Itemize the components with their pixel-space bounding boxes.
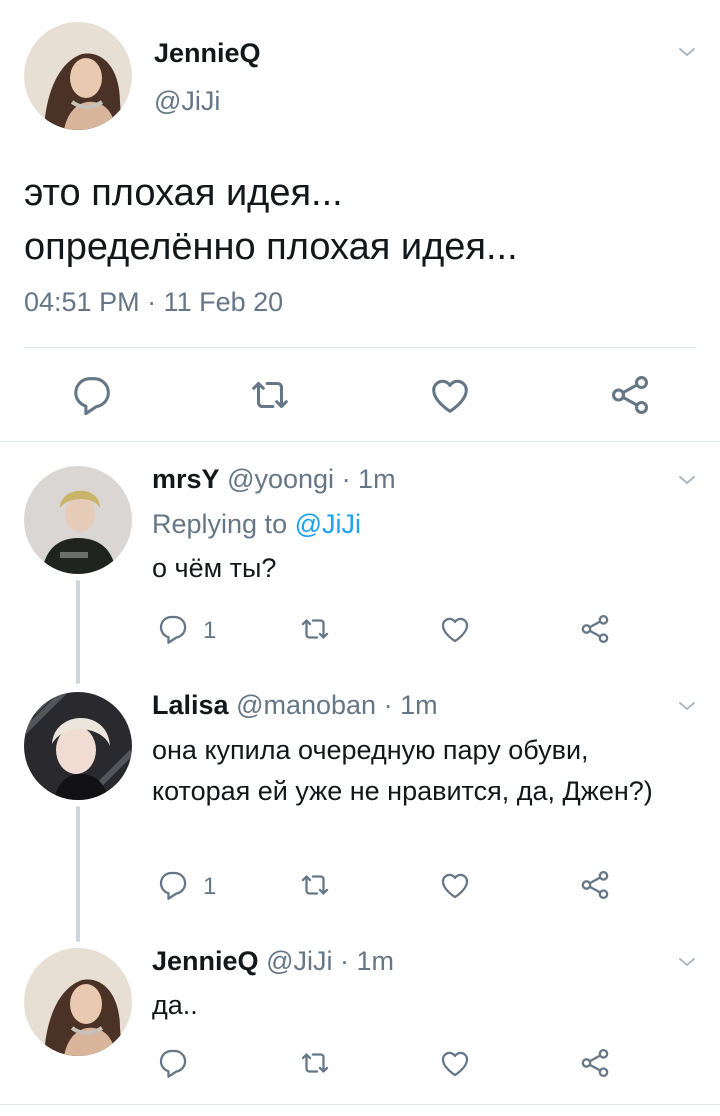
- reply-time: · 1m: [341, 464, 396, 494]
- divider: [24, 347, 696, 348]
- author-handle[interactable]: @JiJi: [154, 86, 220, 117]
- like-icon[interactable]: [438, 1046, 472, 1080]
- reply-icon[interactable]: [156, 868, 190, 902]
- author-handle[interactable]: @yoongi: [227, 464, 334, 494]
- chevron-down-icon[interactable]: [675, 694, 699, 718]
- tweet-timestamp: 04:51 PM · 11 Feb 20: [24, 287, 284, 317]
- retweet-icon[interactable]: [298, 868, 332, 902]
- avatar-mrsy[interactable]: [24, 466, 132, 574]
- reply-icon[interactable]: [69, 372, 115, 418]
- author-name[interactable]: Lalisa: [152, 690, 229, 720]
- retweet-icon[interactable]: [247, 372, 293, 418]
- divider: [0, 1104, 720, 1105]
- like-icon[interactable]: [438, 868, 472, 902]
- reply-header: JennieQ @JiJi · 1m: [152, 946, 394, 977]
- reply-icon[interactable]: [156, 612, 190, 646]
- reply-count: 1: [203, 873, 217, 900]
- reply-text: да..: [152, 990, 198, 1020]
- reply-text: она купила очередную пару обуви, которая…: [152, 735, 653, 806]
- author-name[interactable]: mrsY: [152, 464, 220, 494]
- reply-text: о чём ты?: [152, 553, 277, 583]
- share-icon[interactable]: [607, 372, 653, 418]
- share-icon[interactable]: [578, 868, 612, 902]
- reply-header: Lalisa @manoban · 1m: [152, 690, 438, 721]
- chevron-down-icon[interactable]: [675, 40, 699, 64]
- like-icon[interactable]: [427, 372, 473, 418]
- retweet-icon[interactable]: [298, 612, 332, 646]
- share-icon[interactable]: [578, 1046, 612, 1080]
- reply-time: · 1m: [339, 946, 394, 976]
- thread-line: [76, 580, 80, 684]
- replying-prefix: Replying to: [152, 509, 288, 539]
- author-name[interactable]: JennieQ: [152, 946, 259, 976]
- reply-count: 1: [203, 617, 217, 644]
- author-handle[interactable]: @JiJi: [266, 946, 332, 976]
- chevron-down-icon[interactable]: [675, 950, 699, 974]
- replying-to-link[interactable]: @JiJi: [295, 509, 361, 539]
- retweet-icon[interactable]: [298, 1046, 332, 1080]
- like-icon[interactable]: [438, 612, 472, 646]
- tweet-text: это плохая идея... определённо плохая ид…: [24, 172, 518, 268]
- avatar-lalisa[interactable]: [24, 692, 132, 800]
- reply-time: · 1m: [383, 690, 438, 720]
- divider: [0, 441, 720, 442]
- avatar-jennieq[interactable]: [24, 22, 132, 130]
- share-icon[interactable]: [578, 612, 612, 646]
- replying-to: Replying to @JiJi: [152, 509, 361, 540]
- chevron-down-icon[interactable]: [675, 468, 699, 492]
- author-handle[interactable]: @manoban: [236, 690, 376, 720]
- author-name[interactable]: JennieQ: [154, 38, 261, 69]
- reply-icon[interactable]: [156, 1046, 190, 1080]
- thread-line: [76, 806, 80, 942]
- avatar-jennieq[interactable]: [24, 948, 132, 1056]
- reply-header: mrsY @yoongi · 1m: [152, 464, 396, 495]
